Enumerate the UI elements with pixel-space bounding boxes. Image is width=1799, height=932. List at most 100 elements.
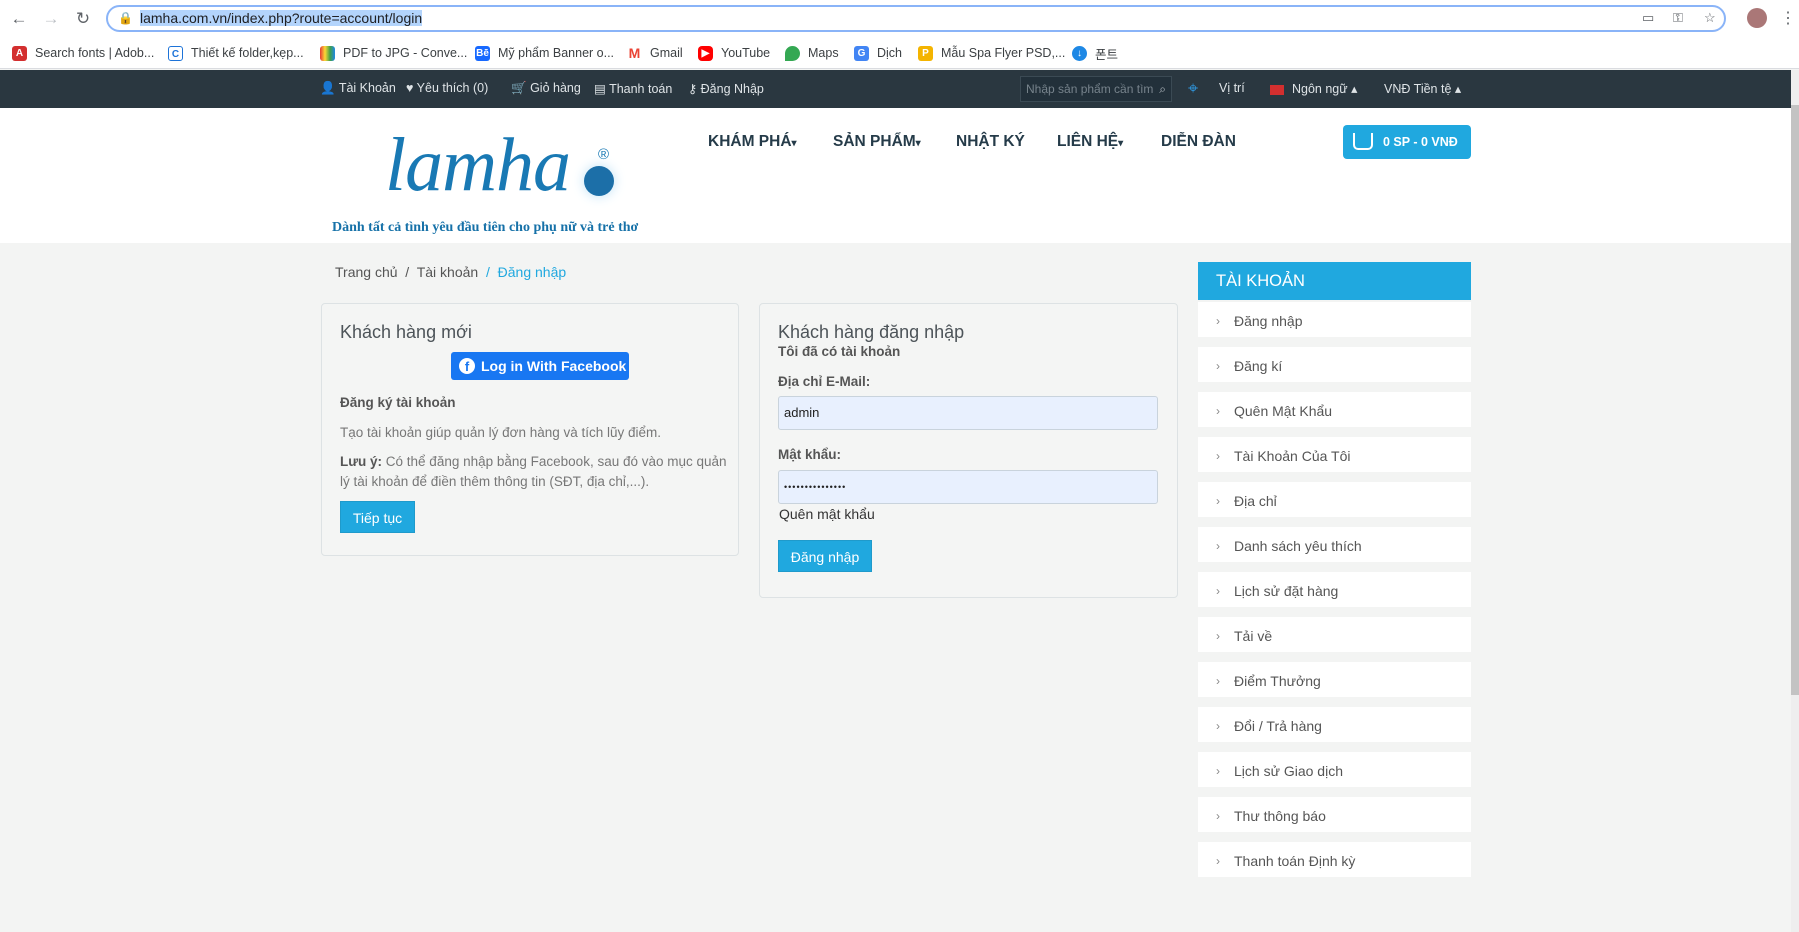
top-account-link[interactable]: 👤 Tài Khoản: [320, 81, 396, 96]
sidebar-item-order-history[interactable]: › Lịch sử đặt hàng: [1198, 572, 1471, 612]
search-input[interactable]: Nhập sản phẩm cần tìm ⌕: [1020, 76, 1172, 102]
top-login-link[interactable]: ⚷ Đăng Nhập: [688, 81, 764, 96]
sidebar-item-returns[interactable]: › Đổi / Trả hàng: [1198, 707, 1471, 747]
sidebar-item-forgot-password[interactable]: › Quên Mật Khẩu: [1198, 392, 1471, 432]
continue-button[interactable]: Tiếp tục: [340, 501, 415, 533]
top-checkout-link[interactable]: ▤ Thanh toán: [594, 81, 672, 96]
caret-down-icon: ▾: [915, 138, 921, 149]
facebook-icon: f: [459, 358, 475, 374]
email-field[interactable]: admin: [778, 396, 1158, 430]
breadcrumb-separator: /: [482, 264, 498, 280]
location-link[interactable]: Vị trí: [1219, 81, 1245, 95]
sidebar-item-my-account[interactable]: › Tài Khoản Của Tôi: [1198, 437, 1471, 477]
bookmarks-bar: A Search fonts | Adob... C Thiết kế folder…: [0, 37, 1799, 69]
bookmark-adobe[interactable]: A Search fonts | Adob...: [12, 43, 154, 63]
forward-arrow-icon[interactable]: →: [40, 8, 62, 30]
breadcrumb-home[interactable]: Trang chủ: [335, 264, 398, 280]
breadcrumb: Trang chủ / Tài khoản / Đăng nhập: [335, 264, 566, 280]
chevron-right-icon: ›: [1216, 719, 1220, 733]
menu-lien-he[interactable]: LIÊN HỆ▾: [1057, 133, 1123, 151]
adobe-icon: A: [12, 45, 27, 61]
bookmark-youtube[interactable]: ▶ YouTube: [698, 43, 770, 63]
caret-down-icon: ▾: [1118, 138, 1124, 149]
sidebar-item-reward-points[interactable]: › Điểm Thưởng: [1198, 662, 1471, 702]
p-logo-icon: P: [918, 45, 933, 61]
bookmark-folder[interactable]: C Thiết kế folder,kẹp...: [168, 43, 304, 63]
star-icon[interactable]: ☆: [1704, 10, 1716, 26]
sidebar-item-downloads[interactable]: › Tải về: [1198, 617, 1471, 657]
language-dropdown[interactable]: Ngôn ngữ ▴: [1270, 81, 1357, 96]
chevron-right-icon: ›: [1216, 404, 1220, 418]
caret-up-icon: ▴: [1351, 82, 1358, 96]
browser-toolbar: ← → ↻ 🔒 lamha.com.vn/index.php?route=acc…: [0, 0, 1799, 37]
facebook-login-button[interactable]: f Log in With Facebook: [451, 352, 629, 380]
bookmark-spa-flyer[interactable]: P Mẫu Spa Flyer PSD,...: [918, 43, 1065, 63]
breadcrumb-separator: /: [401, 264, 417, 280]
youtube-icon: ▶: [698, 45, 713, 61]
caret-down-icon: ▾: [791, 138, 797, 149]
key-icon[interactable]: ⚿: [1673, 10, 1683, 26]
more-menu-icon[interactable]: ⋮: [1780, 8, 1796, 28]
address-bar[interactable]: 🔒 lamha.com.vn/index.php?route=account/l…: [106, 5, 1726, 32]
scrollbar-thumb[interactable]: [1791, 105, 1799, 695]
bookmark-logo-icon: C: [168, 45, 183, 61]
register-note: Lưu ý: Có thể đăng nhập bằng Facebook, s…: [340, 454, 727, 489]
site-topbar: 👤 Tài Khoản ♥ Yêu thích (0) 🛒 Giỏ hàng ▤…: [0, 70, 1791, 108]
location-pin-icon: ⌖: [1188, 78, 1199, 98]
currency-dropdown[interactable]: VNĐ Tiền tệ ▴: [1384, 81, 1461, 96]
cast-icon[interactable]: ▭: [1642, 10, 1654, 26]
sidebar-item-login[interactable]: › Đăng nhập: [1198, 302, 1471, 342]
sidebar-item-newsletter[interactable]: › Thư thông báo: [1198, 797, 1471, 837]
url-text[interactable]: lamha.com.vn/index.php?route=account/log…: [140, 10, 423, 26]
page-content: Trang chủ / Tài khoản / Đăng nhập Khách …: [0, 243, 1791, 932]
sidebar-item-address[interactable]: › Địa chỉ: [1198, 482, 1471, 522]
header-cart-button[interactable]: 0 SP - 0 VNĐ: [1343, 125, 1471, 159]
chevron-right-icon: ›: [1216, 764, 1220, 778]
bookmark-maps[interactable]: Maps: [785, 43, 839, 63]
breadcrumb-current[interactable]: Đăng nhập: [498, 264, 567, 280]
register-description: Tạo tài khoản giúp quản lý đơn hàng và t…: [340, 425, 662, 440]
registered-mark: ®: [598, 146, 610, 163]
bookmark-pdf[interactable]: PDF to JPG - Conve...: [320, 43, 467, 63]
heart-icon: ♥: [406, 81, 414, 95]
chevron-right-icon: ›: [1216, 539, 1220, 553]
search-icon[interactable]: ⌕: [1159, 82, 1166, 97]
download-icon: ↓: [1072, 45, 1087, 61]
forgot-password-link[interactable]: Quên mật khẩu: [779, 506, 875, 522]
login-title: Khách hàng đăng nhập: [778, 322, 965, 342]
menu-nhat-ky[interactable]: NHẬT KÝ: [956, 133, 1025, 151]
chevron-right-icon: ›: [1216, 494, 1220, 508]
bookmark-gmail[interactable]: M Gmail: [627, 43, 683, 63]
user-icon: 👤: [320, 81, 336, 95]
bookmark-translate[interactable]: G Dịch: [854, 43, 902, 63]
back-arrow-icon[interactable]: ←: [8, 8, 30, 30]
chevron-right-icon: ›: [1216, 359, 1220, 373]
profile-avatar[interactable]: [1747, 8, 1767, 28]
sidebar-item-recurring-payments[interactable]: › Thanh toán Định kỳ: [1198, 842, 1471, 882]
lamha-logo[interactable]: lamha: [385, 125, 571, 205]
sidebar-item-register[interactable]: › Đăng kí: [1198, 347, 1471, 387]
password-field[interactable]: •••••••••••••••: [778, 470, 1158, 504]
reload-icon[interactable]: ↻: [72, 8, 94, 30]
sidebar-item-transactions[interactable]: › Lịch sử Giao dịch: [1198, 752, 1471, 792]
pdf-icon: [320, 45, 335, 61]
bookmark-fonts[interactable]: ↓ 폰트: [1072, 43, 1118, 63]
email-label: Địa chỉ E-Mail:: [778, 374, 871, 389]
translate-icon: G: [854, 45, 869, 61]
bookmark-behance[interactable]: Bē Mỹ phẩm Banner o...: [475, 43, 614, 63]
key-icon: ⚷: [688, 82, 698, 96]
sidebar-item-wishlist[interactable]: › Danh sách yêu thích: [1198, 527, 1471, 567]
chevron-right-icon: ›: [1216, 854, 1220, 868]
breadcrumb-account[interactable]: Tài khoản: [417, 264, 478, 280]
menu-kham-pha[interactable]: KHÁM PHÁ▾: [708, 133, 797, 151]
top-cart-link[interactable]: 🛒 Giỏ hàng: [511, 81, 581, 96]
top-wishlist-link[interactable]: ♥ Yêu thích (0): [406, 81, 488, 95]
login-submit-button[interactable]: Đăng nhập: [778, 540, 872, 572]
gmail-icon: M: [627, 44, 642, 61]
page-scrollbar[interactable]: [1791, 70, 1799, 932]
menu-san-pham[interactable]: SẢN PHẨM▾: [833, 133, 921, 151]
new-customer-title: Khách hàng mới: [340, 322, 472, 342]
menu-dien-dan[interactable]: DIỄN ĐÀN: [1161, 133, 1236, 151]
chevron-right-icon: ›: [1216, 629, 1220, 643]
vietnam-flag-icon: [1270, 84, 1284, 95]
